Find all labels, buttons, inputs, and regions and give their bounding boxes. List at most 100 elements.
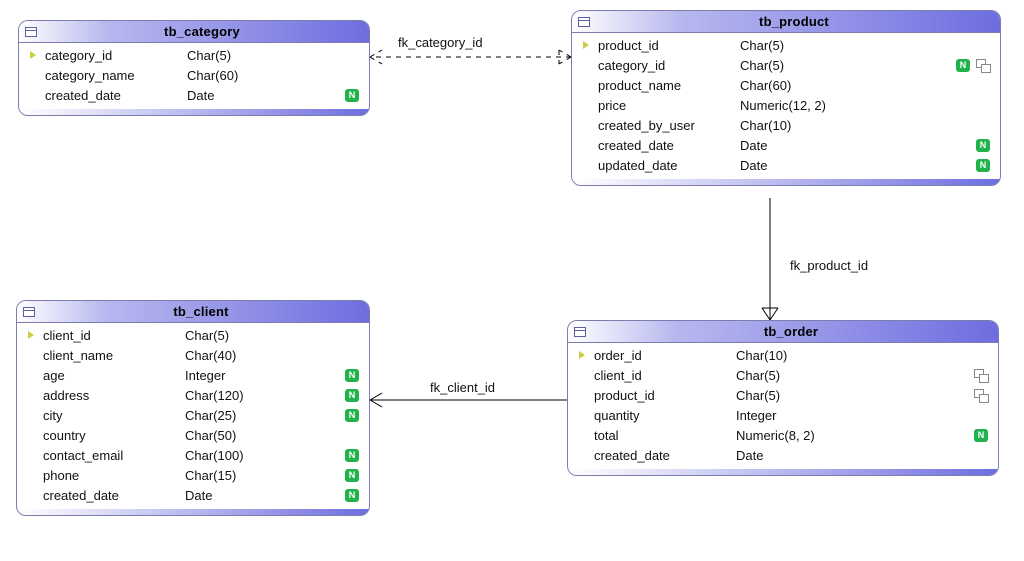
column-row[interactable]: addressChar(120)N [17,385,369,405]
column-row[interactable]: created_dateDateN [17,485,369,505]
column-badges [974,369,988,382]
column-row[interactable]: contact_emailChar(100)N [17,445,369,465]
column-row[interactable]: client_nameChar(40) [17,345,369,365]
column-type: Numeric(12, 2) [734,98,990,113]
column-name: category_id [41,48,181,63]
column-name: phone [39,468,179,483]
entity-header[interactable]: tb_client [17,301,369,323]
entity-title: tb_order [592,324,990,339]
column-name: age [39,368,179,383]
column-badges: N [976,139,990,152]
column-name: price [594,98,734,113]
column-name: created_by_user [594,118,734,133]
entity-title: tb_product [596,14,992,29]
column-type: Char(5) [734,38,990,53]
column-name: client_id [39,328,179,343]
column-type: Char(25) [179,408,345,423]
column-name: product_name [594,78,734,93]
table-icon [25,27,37,37]
column-row[interactable]: category_idChar(5) [19,45,369,65]
column-badges [974,389,988,402]
column-row[interactable]: product_idChar(5) [568,385,998,405]
column-type: Char(5) [730,388,974,403]
column-row[interactable]: phoneChar(15)N [17,465,369,485]
column-row[interactable]: totalNumeric(8, 2)N [568,425,998,445]
column-row[interactable]: client_idChar(5) [17,325,369,345]
entity-header[interactable]: tb_product [572,11,1000,33]
relationship-label-fk-client-id: fk_client_id [430,380,495,395]
primary-key-icon [25,51,41,59]
column-row[interactable]: created_dateDate [568,445,998,465]
column-row[interactable]: category_nameChar(60) [19,65,369,85]
column-badges: N [345,489,359,502]
primary-key-icon [23,331,39,339]
foreign-key-badge-icon [974,389,988,402]
nullable-badge-icon: N [345,449,359,462]
column-badges: N [345,449,359,462]
column-name: created_date [41,88,181,103]
column-name: country [39,428,179,443]
entity-tb-client[interactable]: tb_client client_idChar(5)client_nameCha… [16,300,370,516]
column-type: Date [179,488,345,503]
column-row[interactable]: cityChar(25)N [17,405,369,425]
column-name: product_id [590,388,730,403]
column-type: Char(40) [179,348,359,363]
relationship-label-fk-product-id: fk_product_id [790,258,868,273]
column-type: Numeric(8, 2) [730,428,974,443]
column-row[interactable]: product_idChar(5) [572,35,1000,55]
entity-tb-order[interactable]: tb_order order_idChar(10)client_idChar(5… [567,320,999,476]
column-row[interactable]: created_dateDateN [19,85,369,105]
column-name: created_date [590,448,730,463]
table-icon [574,327,586,337]
column-type: Date [730,448,988,463]
column-row[interactable]: created_by_userChar(10) [572,115,1000,135]
column-name: total [590,428,730,443]
column-row[interactable]: ageIntegerN [17,365,369,385]
column-badges: N [345,409,359,422]
entity-tb-product[interactable]: tb_product product_idChar(5)category_idC… [571,10,1001,186]
nullable-badge-icon: N [345,89,359,102]
column-row[interactable]: product_nameChar(60) [572,75,1000,95]
column-type: Date [734,158,976,173]
column-type: Char(60) [181,68,359,83]
entity-footer [568,469,998,475]
entity-tb-category[interactable]: tb_category category_idChar(5)category_n… [18,20,370,116]
column-type: Char(5) [181,48,359,63]
nullable-badge-icon: N [976,139,990,152]
column-row[interactable]: client_idChar(5) [568,365,998,385]
entity-header[interactable]: tb_order [568,321,998,343]
entity-footer [17,509,369,515]
entity-footer [19,109,369,115]
nullable-badge-icon: N [345,489,359,502]
column-row[interactable]: order_idChar(10) [568,345,998,365]
column-name: city [39,408,179,423]
column-row[interactable]: created_dateDateN [572,135,1000,155]
column-name: client_name [39,348,179,363]
entity-title: tb_category [43,24,361,39]
primary-key-icon [578,41,594,49]
column-name: created_date [39,488,179,503]
table-icon [578,17,590,27]
column-type: Char(10) [730,348,988,363]
column-badges: N [345,389,359,402]
nullable-badge-icon: N [974,429,988,442]
column-badges: N [976,159,990,172]
entity-header[interactable]: tb_category [19,21,369,43]
nullable-badge-icon: N [345,409,359,422]
column-row[interactable]: priceNumeric(12, 2) [572,95,1000,115]
column-badges: N [345,369,359,382]
column-row[interactable]: countryChar(50) [17,425,369,445]
table-icon [23,307,35,317]
foreign-key-badge-icon [974,369,988,382]
column-type: Char(15) [179,468,345,483]
column-row[interactable]: updated_dateDateN [572,155,1000,175]
entity-body: category_idChar(5)category_nameChar(60)c… [19,43,369,109]
nullable-badge-icon: N [345,469,359,482]
column-name: updated_date [594,158,734,173]
column-row[interactable]: quantityInteger [568,405,998,425]
column-type: Integer [730,408,988,423]
entity-body: client_idChar(5)client_nameChar(40)ageIn… [17,323,369,509]
entity-title: tb_client [41,304,361,319]
column-row[interactable]: category_idChar(5)N [572,55,1000,75]
nullable-badge-icon: N [976,159,990,172]
